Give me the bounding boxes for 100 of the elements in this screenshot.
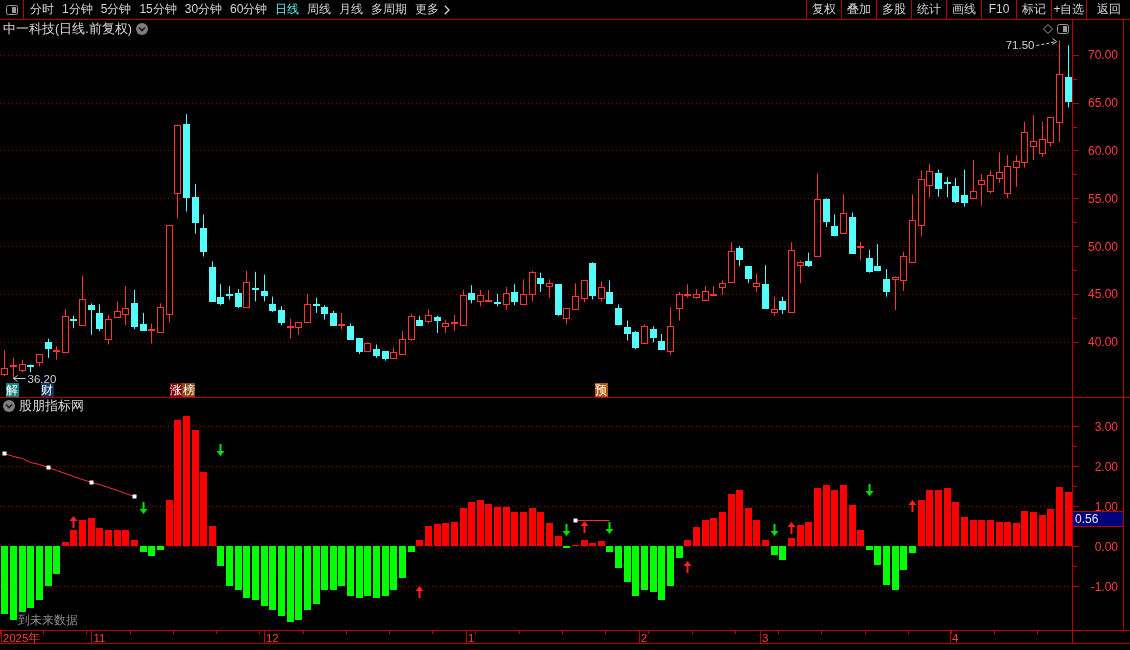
candlestick bbox=[520, 278, 527, 305]
axis-tick-label: 65.00 bbox=[1087, 96, 1118, 111]
date-axis-label: 12 bbox=[265, 631, 279, 643]
event-tag: 榜 bbox=[182, 383, 195, 397]
candlestick bbox=[546, 278, 553, 299]
candlestick bbox=[36, 353, 43, 367]
square-marker-icon bbox=[573, 518, 578, 523]
period-tab[interactable]: 多周期 bbox=[367, 0, 412, 19]
up-arrow-icon bbox=[580, 521, 589, 533]
period-tab[interactable]: 月线 bbox=[335, 0, 368, 19]
histogram-bar bbox=[252, 546, 259, 600]
histogram-bar bbox=[1065, 492, 1072, 546]
period-tab[interactable]: 30分钟 bbox=[180, 0, 227, 19]
chevron-down-icon[interactable] bbox=[135, 23, 148, 35]
up-arrow-icon bbox=[908, 500, 917, 512]
period-tab[interactable]: 周线 bbox=[303, 0, 336, 19]
candlestick bbox=[399, 330, 406, 355]
histogram-bar bbox=[347, 546, 354, 596]
candlestick bbox=[131, 289, 138, 330]
down-arrow-icon bbox=[605, 522, 614, 534]
histogram-bar bbox=[79, 520, 86, 546]
candlestick bbox=[10, 357, 17, 379]
date-axis-label: 3 bbox=[761, 631, 769, 643]
axis-tick-label: 0.00 bbox=[1094, 539, 1118, 554]
candlestick bbox=[373, 343, 380, 359]
candlestick bbox=[935, 169, 942, 198]
up-arrow-icon bbox=[683, 561, 692, 573]
chevron-right-icon bbox=[444, 4, 451, 15]
square-marker-icon bbox=[2, 451, 7, 456]
histogram-bar bbox=[935, 490, 942, 546]
toolbar-button[interactable]: +自选 bbox=[1051, 0, 1086, 19]
histogram-bar bbox=[1, 546, 8, 614]
histogram-bar bbox=[814, 488, 821, 546]
candlestick bbox=[641, 323, 648, 344]
candlestick bbox=[1030, 114, 1037, 161]
histogram-bar bbox=[615, 546, 622, 568]
histogram-bar bbox=[788, 538, 795, 546]
date-axis-label: 2 bbox=[640, 631, 648, 643]
period-tab[interactable]: 60分钟 bbox=[226, 0, 272, 19]
down-arrow-icon bbox=[770, 524, 779, 536]
candlestick bbox=[762, 264, 769, 310]
candlestick bbox=[157, 302, 164, 333]
candlestick bbox=[105, 314, 112, 345]
histogram-bar bbox=[1056, 487, 1063, 546]
candlestick bbox=[883, 268, 890, 298]
histogram-bar bbox=[719, 512, 726, 546]
candlestick bbox=[304, 293, 311, 323]
axis-tick-label: -1.00 bbox=[1090, 579, 1118, 594]
square-marker-icon bbox=[132, 494, 137, 499]
period-tab[interactable]: 日线 bbox=[271, 0, 304, 19]
trend-line bbox=[575, 520, 610, 521]
axis-tick-label: 55.00 bbox=[1087, 191, 1118, 206]
histogram-bar bbox=[909, 546, 916, 553]
panel-toggle-icon bbox=[5, 4, 18, 15]
high-price-label: 71.50 bbox=[1005, 38, 1035, 51]
more-button[interactable]: 更多 bbox=[411, 0, 455, 19]
candlestick bbox=[572, 282, 579, 310]
up-arrow-icon bbox=[415, 586, 424, 598]
candlestick bbox=[987, 170, 994, 194]
date-axis-label: 1 bbox=[467, 631, 475, 643]
down-arrow-icon bbox=[216, 444, 225, 456]
histogram-bar bbox=[520, 512, 527, 546]
histogram-bar bbox=[987, 520, 994, 546]
period-tab[interactable]: 5分钟 bbox=[96, 0, 136, 19]
candlestick bbox=[693, 288, 700, 300]
period-tab[interactable]: 分时 bbox=[26, 0, 58, 19]
down-arrow-icon bbox=[562, 524, 571, 536]
event-tag: 预 bbox=[594, 383, 608, 397]
axis-tick-label: 70.00 bbox=[1087, 48, 1118, 63]
histogram-bar bbox=[304, 546, 311, 610]
histogram-bar bbox=[494, 507, 501, 546]
axis-tick-label: 2.00 bbox=[1094, 459, 1118, 474]
up-arrow-icon bbox=[69, 516, 78, 528]
period-tab[interactable]: 1分钟 bbox=[58, 0, 97, 19]
axis-tick-label: 1.00 bbox=[1094, 499, 1118, 514]
chevron-down-icon[interactable] bbox=[3, 400, 15, 412]
candlestick bbox=[425, 308, 432, 324]
left-arrow-icon bbox=[13, 375, 26, 382]
histogram-bar bbox=[667, 546, 674, 586]
histogram-bar bbox=[425, 526, 432, 546]
event-tag: 财 bbox=[40, 383, 54, 397]
histogram-bar bbox=[546, 523, 553, 546]
axis-tick-label: 60.00 bbox=[1087, 143, 1118, 158]
date-axis-label: 2025年 bbox=[2, 631, 41, 643]
date-axis-label: 4 bbox=[952, 631, 959, 643]
date-axis-label: 11 bbox=[93, 631, 106, 643]
histogram-bar bbox=[693, 527, 700, 546]
down-arrow-icon bbox=[139, 502, 148, 514]
histogram-bar bbox=[278, 546, 285, 616]
period-tab[interactable]: 15分钟 bbox=[135, 0, 181, 19]
axis-tick-label: 3.00 bbox=[1094, 419, 1118, 434]
candlestick bbox=[667, 306, 674, 356]
histogram-bar bbox=[883, 546, 890, 585]
candlestick bbox=[494, 293, 501, 307]
histogram-bar bbox=[157, 546, 164, 550]
square-marker-icon bbox=[46, 465, 51, 470]
low-price-label: 36.20 bbox=[27, 372, 57, 385]
current-value-label: 0.56 bbox=[1073, 511, 1123, 527]
histogram-bar bbox=[451, 522, 458, 546]
candlestick bbox=[961, 169, 968, 208]
